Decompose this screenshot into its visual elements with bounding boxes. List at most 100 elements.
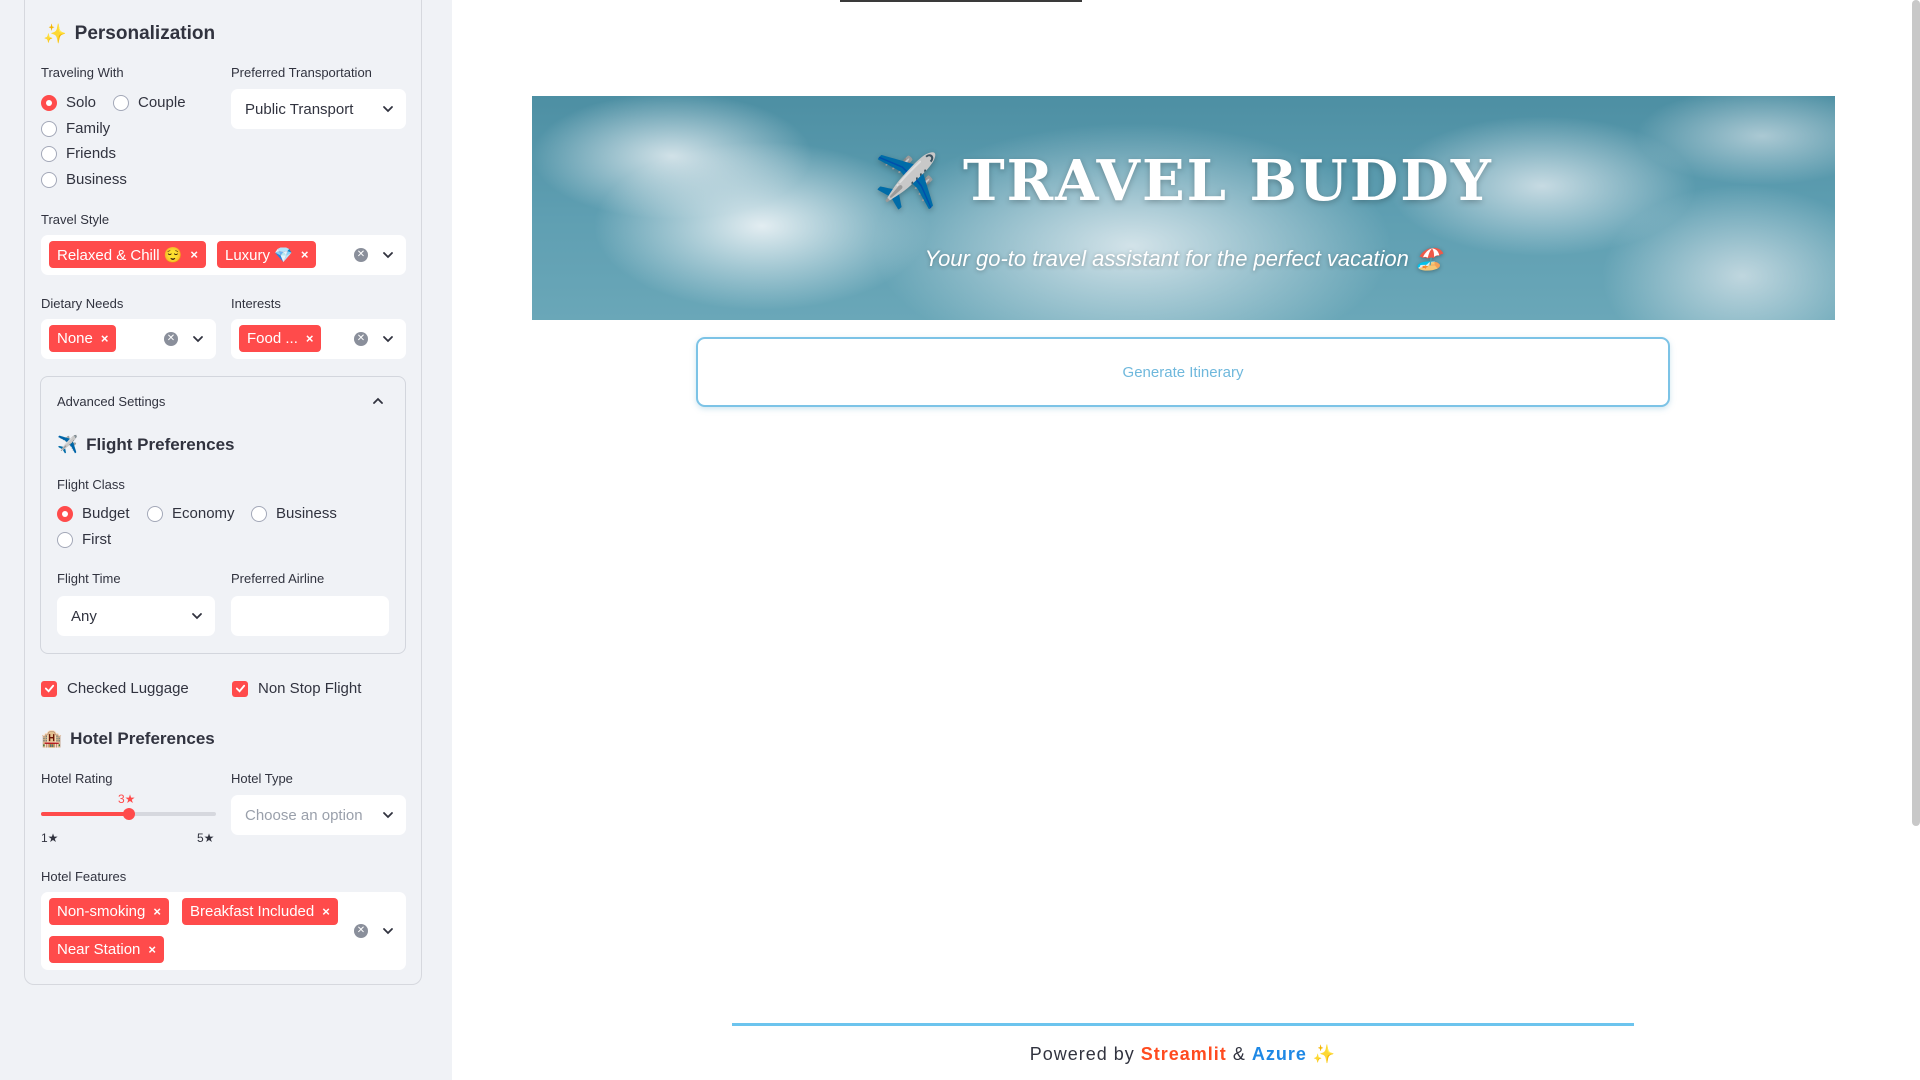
checkbox-box: [41, 680, 57, 697]
footer: Powered by Streamlit & Azure ✨: [732, 1044, 1634, 1065]
tag-label: Luxury 💎: [225, 246, 293, 264]
advanced-settings-header[interactable]: Advanced Settings: [41, 377, 405, 423]
app-title: TRAVEL BUDDY: [962, 148, 1493, 214]
check-icon: [44, 684, 54, 693]
radio-first[interactable]: First: [57, 531, 111, 548]
sparkles-icon: ✨: [1312, 1044, 1337, 1064]
azure-label: Azure: [1251, 1044, 1307, 1064]
clear-all-icon[interactable]: ✕: [354, 924, 368, 938]
dietary-label: Dietary Needs: [41, 296, 124, 311]
tag-label: Breakfast Included: [190, 903, 315, 920]
slider-thumb[interactable]: [123, 808, 135, 820]
remove-tag-icon[interactable]: ×: [153, 904, 161, 919]
preferred-airline-label: Preferred Airline: [231, 571, 325, 586]
clear-all-icon[interactable]: ✕: [164, 332, 178, 346]
radio-economy[interactable]: Economy: [147, 505, 235, 522]
radio-label: Couple: [138, 94, 186, 111]
hotel-features-multiselect[interactable]: Non-smoking × Breakfast Included × Near St…: [41, 892, 406, 970]
hero-subtitle: Your go-to travel assistant for the perf…: [924, 246, 1443, 271]
hotel-type-select[interactable]: Choose an option: [231, 795, 406, 835]
check-icon: [235, 684, 245, 693]
generate-itinerary-button[interactable]: Generate Itinerary: [696, 337, 1670, 407]
clear-all-icon[interactable]: ✕: [354, 248, 368, 262]
slider-value: 3★: [118, 792, 136, 806]
radio-business-class[interactable]: Business: [251, 505, 337, 522]
hotel-features-label: Hotel Features: [41, 869, 127, 884]
radio-dot: [41, 171, 57, 188]
transportation-select[interactable]: Public Transport: [231, 89, 406, 129]
tag-relaxed-chill[interactable]: Relaxed & Chill 😌 ×: [49, 241, 206, 268]
preferred-airline-input[interactable]: [231, 596, 389, 636]
traveling-with-label: Traveling With: [41, 65, 124, 80]
footer-prefix: Powered by: [1029, 1044, 1135, 1064]
chevron-down-icon[interactable]: [382, 249, 394, 261]
page-scrollbar[interactable]: [1912, 0, 1920, 826]
flight-class-label: Flight Class: [57, 477, 125, 492]
tag-breakfast-included[interactable]: Breakfast Included ×: [182, 898, 338, 925]
multiselect-controls: ✕: [164, 332, 204, 346]
checkbox-label: Checked Luggage: [67, 680, 189, 697]
travel-style-label: Travel Style: [41, 212, 110, 227]
tag-label: None: [57, 330, 93, 347]
tag-food[interactable]: Food ... ×: [239, 325, 322, 352]
transportation-label: Preferred Transportation: [231, 65, 372, 80]
radio-dot: [147, 505, 163, 522]
personalization-title: Personalization: [74, 23, 216, 44]
radio-dot: [41, 145, 57, 162]
radio-couple[interactable]: Couple: [113, 94, 186, 111]
radio-budget[interactable]: Budget: [57, 505, 130, 522]
flight-time-value: Any: [71, 607, 97, 625]
advanced-settings-expander: Advanced Settings ✈️ Flight Preferences …: [40, 376, 406, 654]
airplane-icon: ✈️: [874, 150, 941, 212]
chevron-up-icon: [373, 397, 383, 404]
footer-amp: &: [1232, 1044, 1246, 1064]
radio-label: Economy: [172, 505, 235, 522]
checked-luggage-checkbox[interactable]: Checked Luggage: [41, 680, 189, 697]
chevron-down-icon: [192, 613, 202, 620]
radio-friends[interactable]: Friends: [41, 145, 116, 162]
personalization-header: ✨ Personalization: [43, 22, 215, 46]
hotel-type-label: Hotel Type: [231, 771, 293, 786]
radio-label: Business: [66, 171, 127, 188]
radio-family[interactable]: Family: [41, 120, 110, 137]
slider-max-label: 5★: [197, 831, 215, 845]
tag-luxury[interactable]: Luxury 💎 ×: [217, 241, 317, 268]
tag-label: Relaxed & Chill 😌: [57, 246, 183, 264]
flight-time-label: Flight Time: [57, 571, 121, 586]
remove-tag-icon[interactable]: ×: [148, 942, 156, 957]
non-stop-flight-checkbox[interactable]: Non Stop Flight: [232, 680, 361, 697]
remove-tag-icon[interactable]: ×: [101, 331, 109, 346]
interests-multiselect[interactable]: Food ... × ✕: [231, 319, 406, 359]
radio-label: Solo: [66, 94, 97, 111]
radio-dot: [41, 120, 57, 137]
chevron-down-icon[interactable]: [382, 333, 394, 345]
flight-time-select[interactable]: Any: [57, 596, 215, 636]
tag-label: Non-smoking: [57, 903, 146, 920]
tag-near-station[interactable]: Near Station ×: [49, 936, 164, 963]
multiselect-controls: ✕: [354, 924, 394, 938]
remove-tag-icon[interactable]: ×: [306, 331, 314, 346]
travel-style-multiselect[interactable]: Relaxed & Chill 😌 × Luxury 💎 × ✕: [41, 235, 406, 275]
checkbox-label: Non Stop Flight: [258, 680, 362, 697]
chevron-down-icon[interactable]: [382, 925, 394, 937]
remove-tag-icon[interactable]: ×: [301, 247, 309, 262]
remove-tag-icon[interactable]: ×: [322, 904, 330, 919]
clear-all-icon[interactable]: ✕: [354, 332, 368, 346]
radio-label: Business: [276, 505, 337, 522]
transportation-value: Public Transport: [245, 100, 354, 118]
slider-min-label: 1★: [41, 831, 59, 845]
airplane-icon: ✈️: [57, 435, 79, 454]
radio-label: Budget: [82, 505, 130, 522]
radio-business[interactable]: Business: [41, 171, 127, 188]
radio-dot: [41, 94, 57, 111]
top-divider: [840, 0, 1082, 2]
tag-none[interactable]: None ×: [49, 325, 117, 352]
tag-non-smoking[interactable]: Non-smoking ×: [49, 898, 169, 925]
checkbox-box: [232, 680, 248, 697]
radio-solo[interactable]: Solo: [41, 94, 96, 111]
remove-tag-icon[interactable]: ×: [190, 247, 198, 262]
dietary-multiselect[interactable]: None × ✕: [41, 319, 216, 359]
chevron-down-icon[interactable]: [192, 333, 204, 345]
flight-preferences-title: Flight Preferences: [86, 435, 235, 454]
radio-dot: [57, 531, 73, 548]
